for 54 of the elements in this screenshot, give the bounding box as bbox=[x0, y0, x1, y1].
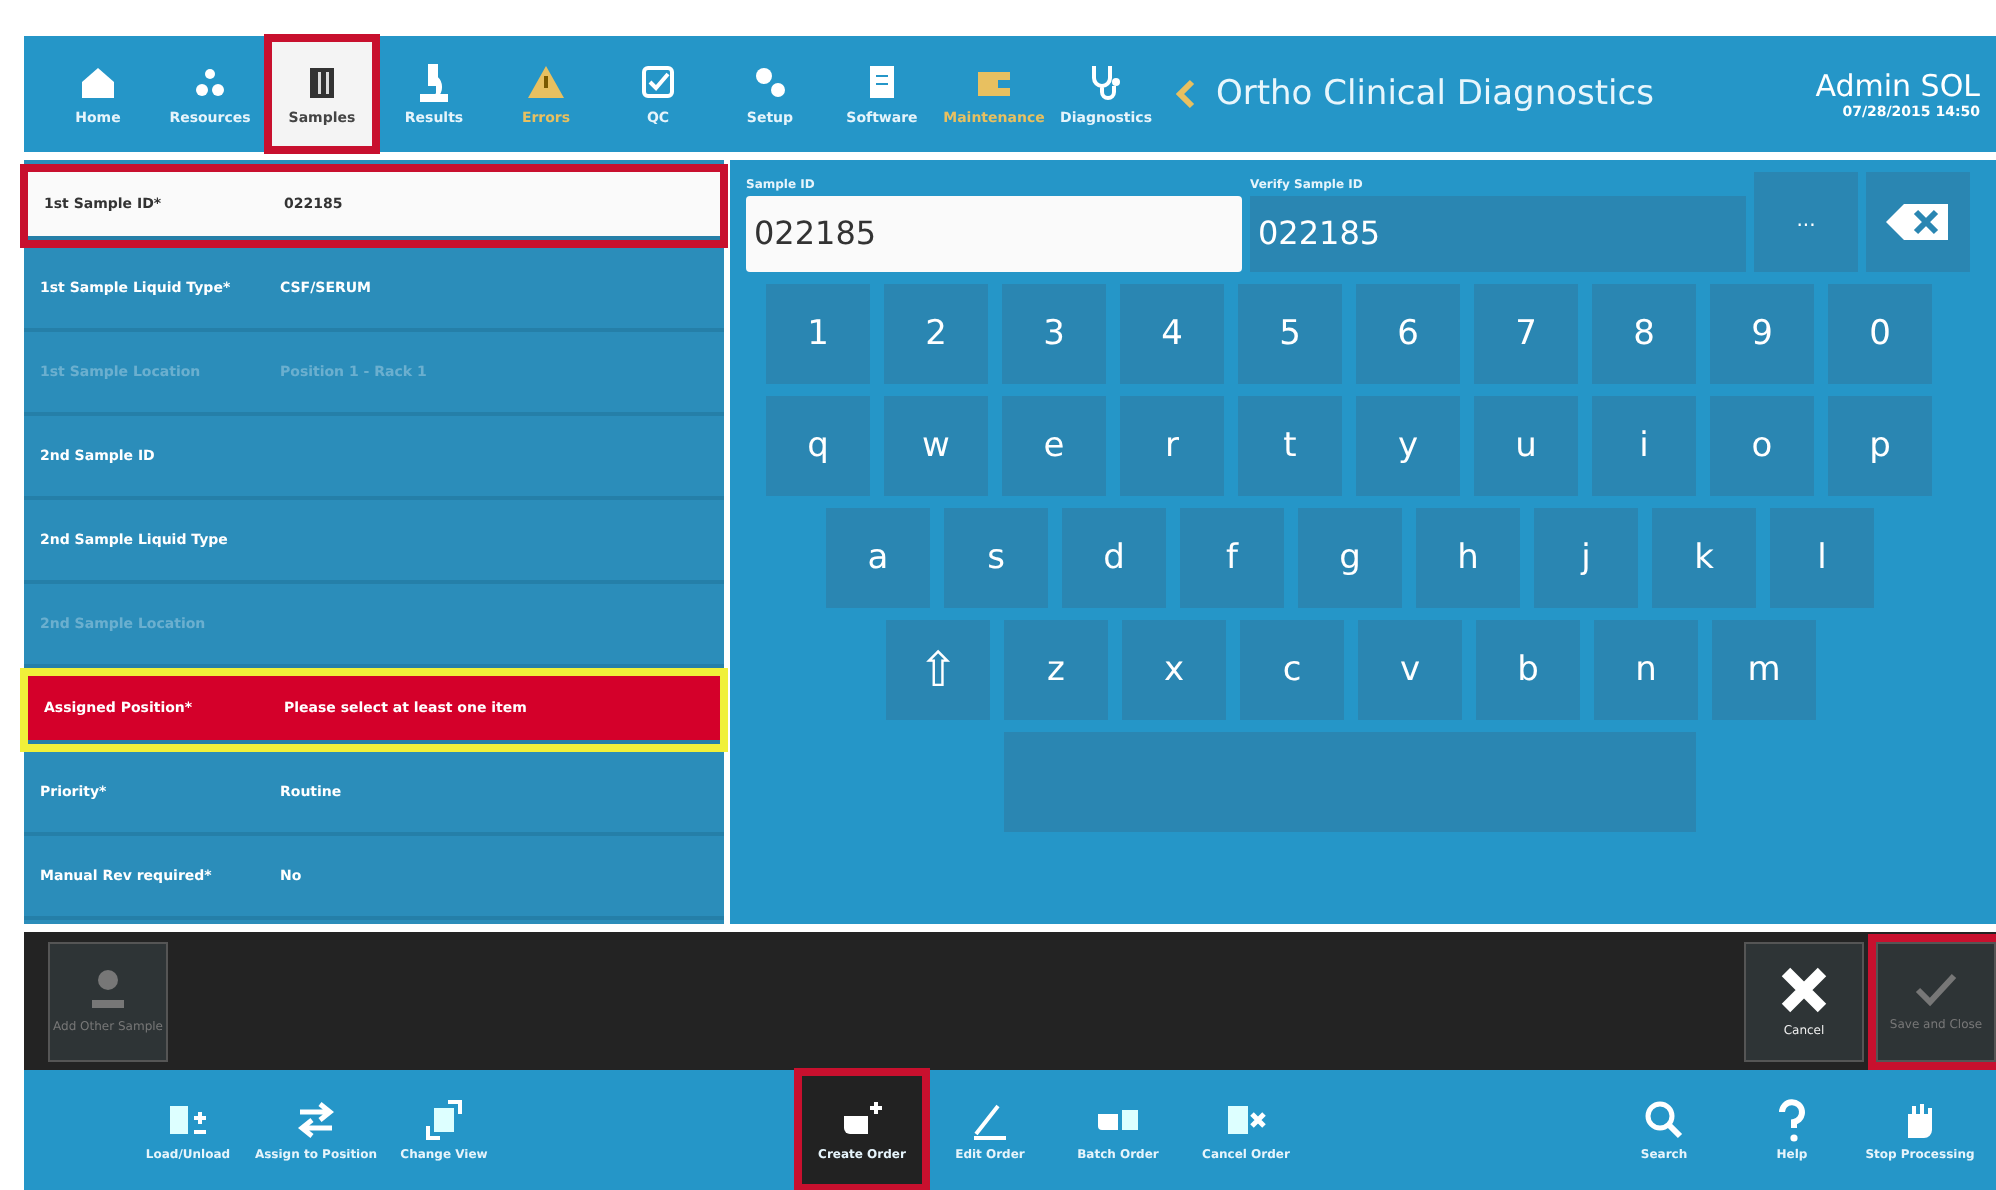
keyboard-key[interactable]: 1 bbox=[766, 283, 870, 384]
keyboard-key[interactable]: m bbox=[1712, 619, 1816, 720]
keyboard-key[interactable]: g bbox=[1298, 507, 1402, 608]
checkbox-icon bbox=[638, 61, 678, 102]
keyboard-key[interactable]: y bbox=[1356, 395, 1460, 496]
keyboard-key[interactable]: n bbox=[1594, 619, 1698, 720]
stethoscope-icon bbox=[1086, 61, 1126, 102]
keyboard-key[interactable]: p bbox=[1828, 395, 1932, 496]
keyboard-key[interactable]: x bbox=[1122, 619, 1226, 720]
keyboard-key[interactable]: l bbox=[1770, 507, 1874, 608]
keyboard-key[interactable]: u bbox=[1474, 395, 1578, 496]
user-name: Admin SOL bbox=[1815, 67, 1980, 104]
backspace-icon bbox=[1884, 199, 1952, 244]
change-view-icon bbox=[420, 1098, 468, 1143]
keyboard-key[interactable]: q bbox=[766, 395, 870, 496]
keyboard-key[interactable]: 9 bbox=[1710, 283, 1814, 384]
person-icon bbox=[88, 968, 128, 1013]
warning-icon bbox=[526, 61, 566, 102]
sample-id-field[interactable]: 022185 bbox=[746, 195, 1242, 272]
checkmark-icon bbox=[1912, 970, 1960, 1011]
app-title: Ortho Clinical Diagnostics bbox=[1216, 73, 1656, 114]
keyboard-key[interactable]: s bbox=[944, 507, 1048, 608]
keyboard-key[interactable]: o bbox=[1710, 395, 1814, 496]
keyboard-key[interactable]: 2 bbox=[884, 283, 988, 384]
keyboard-key[interactable]: i bbox=[1592, 395, 1696, 496]
keyboard-key[interactable]: 3 bbox=[1002, 283, 1106, 384]
keyboard-key[interactable]: v bbox=[1358, 619, 1462, 720]
keyboard-key[interactable]: t bbox=[1238, 395, 1342, 496]
keyboard-key[interactable]: d bbox=[1062, 507, 1166, 608]
keyboard-key[interactable]: f bbox=[1180, 507, 1284, 608]
keyboard-key[interactable]: 8 bbox=[1592, 283, 1696, 384]
verify-id-field[interactable]: 022185 bbox=[1250, 195, 1746, 272]
keyboard-key[interactable]: k bbox=[1652, 507, 1756, 608]
keyboard-key[interactable]: c bbox=[1240, 619, 1344, 720]
keyboard-key[interactable]: z bbox=[1004, 619, 1108, 720]
keyboard-key[interactable]: w bbox=[884, 395, 988, 496]
keyboard-key[interactable]: h bbox=[1416, 507, 1520, 608]
shift-key[interactable]: ⇧ bbox=[886, 619, 990, 720]
search-icon bbox=[1640, 1098, 1688, 1143]
back-chevron-icon[interactable] bbox=[1176, 77, 1196, 110]
more-key[interactable]: ... bbox=[1754, 171, 1858, 272]
keyboard-key[interactable]: 7 bbox=[1474, 283, 1578, 384]
keyboard-key[interactable]: 4 bbox=[1120, 283, 1224, 384]
backspace-key[interactable] bbox=[1866, 171, 1970, 272]
keyboard-key[interactable]: b bbox=[1476, 619, 1580, 720]
keyboard-key[interactable]: 6 bbox=[1356, 283, 1460, 384]
microscope-icon bbox=[414, 61, 454, 102]
keyboard-key[interactable]: r bbox=[1120, 395, 1224, 496]
close-icon bbox=[1778, 964, 1830, 1017]
keyboard-key[interactable]: j bbox=[1534, 507, 1638, 608]
keyboard-key[interactable]: 0 bbox=[1828, 283, 1932, 384]
keyboard-key[interactable]: 5 bbox=[1238, 283, 1342, 384]
keyboard-key[interactable]: e bbox=[1002, 395, 1106, 496]
keyboard-key[interactable]: a bbox=[826, 507, 930, 608]
